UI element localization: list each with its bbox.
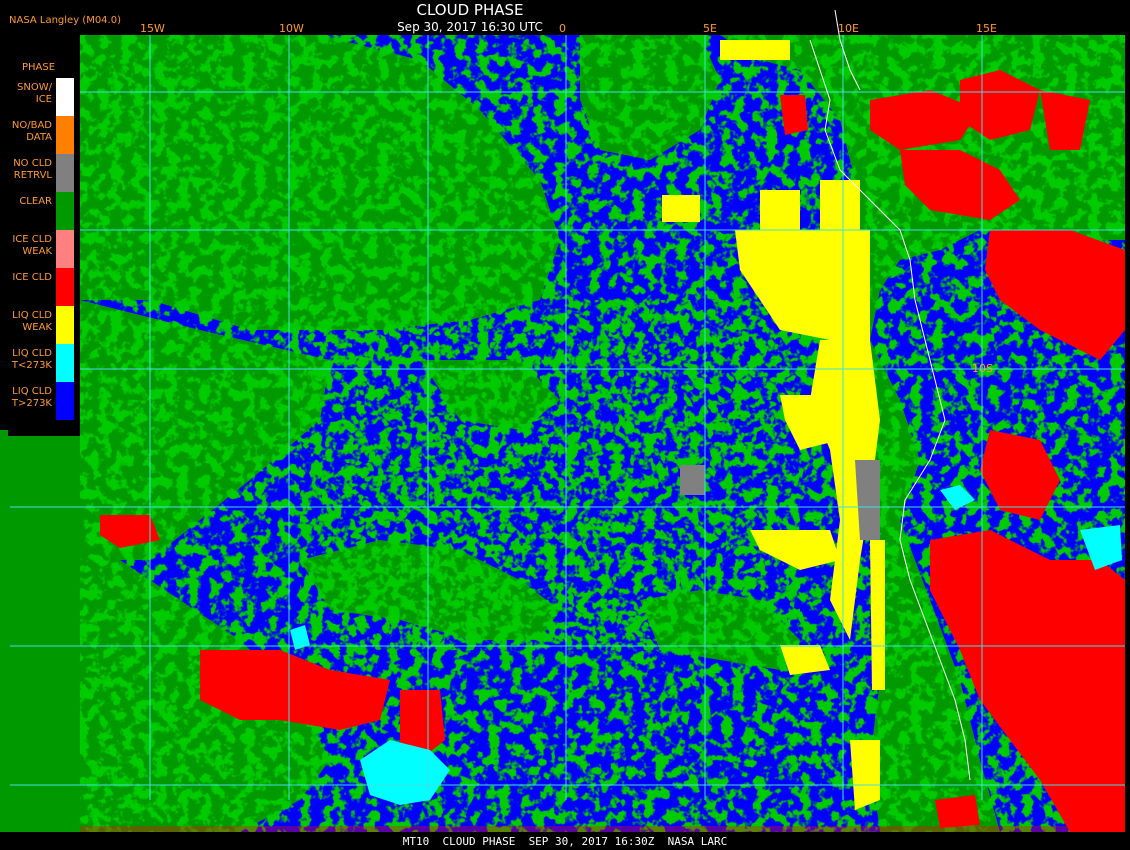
legend-item-liquid-cloud-warm: LIQ CLD T>273K bbox=[8, 382, 80, 420]
legend-item-ice-cloud: ICE CLD bbox=[8, 268, 80, 306]
legend-swatch bbox=[56, 230, 74, 268]
cloud-texture-overlay-2 bbox=[300, 300, 800, 650]
producer-label: NASA Langley (M04.0) bbox=[9, 15, 121, 26]
legend-swatch bbox=[56, 78, 74, 116]
legend-swatch bbox=[56, 382, 74, 420]
legend-label: LIQ CLD T>273K bbox=[11, 386, 52, 409]
legend-label: NO/BAD DATA bbox=[11, 120, 52, 143]
data-gap-strip bbox=[80, 826, 1125, 832]
legend-label: ICE CLD WEAK bbox=[12, 234, 52, 257]
footer-caption: MT10 CLOUD PHASE SEP 30, 2017 16:30Z NAS… bbox=[402, 835, 728, 848]
lon-label-10e: 10E bbox=[838, 22, 859, 35]
lat-label-10s: 10S bbox=[972, 362, 993, 375]
legend-swatch bbox=[56, 268, 74, 306]
lon-label-0: 0 bbox=[559, 22, 566, 35]
legend-label: CLEAR bbox=[19, 196, 52, 207]
legend-item-clear: CLEAR bbox=[8, 192, 80, 230]
legend-item-snow-ice: SNOW/ ICE bbox=[8, 78, 80, 116]
legend-label: ICE CLD bbox=[12, 272, 52, 283]
legend-item-no-cloud-retrieval: NO CLD RETRVL bbox=[8, 154, 80, 192]
legend-swatch bbox=[56, 116, 74, 154]
lon-label-15e: 15E bbox=[976, 22, 997, 35]
legend-title: PHASE bbox=[22, 62, 56, 73]
map-title: CLOUD PHASE bbox=[416, 1, 524, 19]
legend-item-ice-cloud-weak: ICE CLD WEAK bbox=[8, 230, 80, 268]
legend-item-no-bad-data: NO/BAD DATA bbox=[8, 116, 80, 154]
legend-item-liquid-cloud-weak: LIQ CLD WEAK bbox=[8, 306, 80, 344]
lon-label-5e: 5E bbox=[703, 22, 717, 35]
map-timestamp: Sep 30, 2017 16:30 UTC bbox=[397, 20, 543, 34]
legend-swatch bbox=[56, 344, 74, 382]
lon-label-15w: 15W bbox=[140, 22, 165, 35]
legend-label: LIQ CLD T<273K bbox=[11, 348, 52, 371]
legend-swatch bbox=[56, 154, 74, 192]
legend-swatch bbox=[56, 192, 74, 230]
cloud-phase-map bbox=[0, 0, 1130, 850]
lon-label-10w: 10W bbox=[279, 22, 304, 35]
legend-item-liquid-cloud-cold: LIQ CLD T<273K bbox=[8, 344, 80, 382]
legend-swatch bbox=[56, 306, 74, 344]
phase-legend: PHASE SNOW/ ICE NO/BAD DATA NO CLD RETRV… bbox=[8, 56, 80, 436]
legend-label: SNOW/ ICE bbox=[17, 82, 52, 105]
legend-label: NO CLD RETRVL bbox=[13, 158, 52, 181]
legend-label: LIQ CLD WEAK bbox=[12, 310, 52, 333]
